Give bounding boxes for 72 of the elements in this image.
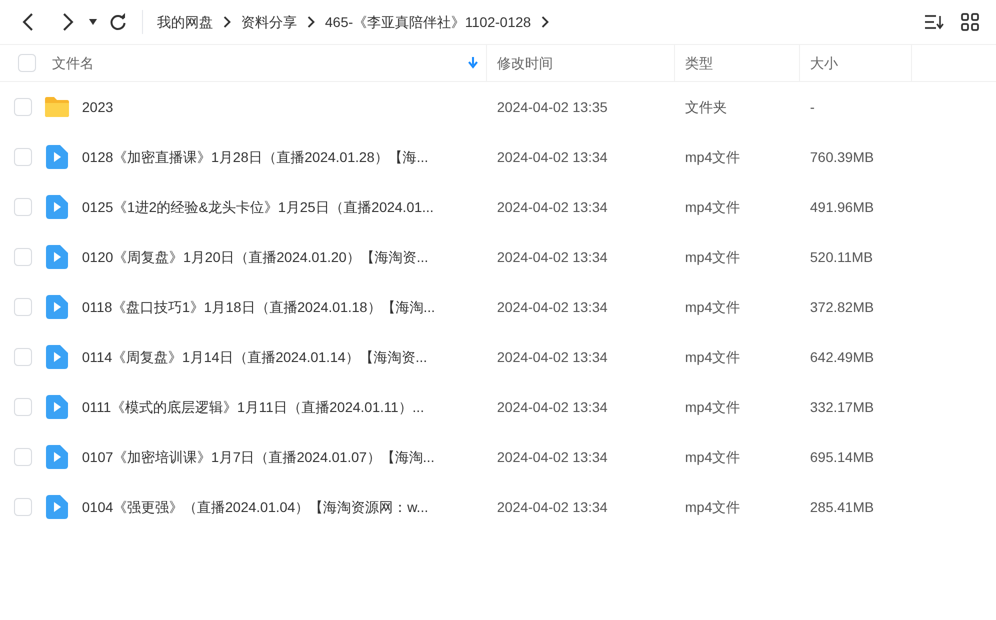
dropdown-triangle-icon — [89, 19, 97, 25]
file-name[interactable]: 0118《盘口技巧1》1月18日（直播2024.01.18）【海淘... — [82, 296, 435, 318]
video-file-icon — [46, 345, 68, 369]
breadcrumb-item[interactable]: 我的网盘 — [153, 12, 217, 32]
back-chevron-icon — [22, 13, 34, 31]
checkbox[interactable] — [14, 148, 32, 166]
modified-time: 2024-04-02 13:34 — [496, 198, 609, 216]
sort-list-icon — [924, 14, 944, 30]
file-size: 491.96MB — [809, 198, 875, 216]
file-size: 372.82MB — [809, 298, 875, 316]
column-header[interactable]: 修改时间 — [497, 52, 553, 74]
file-type: mp4文件 — [684, 198, 742, 217]
video-file-icon — [46, 445, 68, 469]
refresh-icon — [109, 13, 127, 31]
forward-chevron-icon — [62, 13, 74, 31]
modified-time: 2024-04-02 13:34 — [496, 398, 609, 416]
column-header[interactable]: 文件名 — [52, 52, 94, 74]
file-type: mp4文件 — [684, 498, 742, 517]
video-file-icon — [46, 195, 68, 219]
column-header[interactable]: 类型 — [685, 52, 713, 74]
modified-time: 2024-04-02 13:34 — [496, 298, 609, 316]
video-file-icon — [46, 395, 68, 419]
chevron-icon — [223, 16, 231, 28]
file-name[interactable]: 0107《加密培训课》1月7日（直播2024.01.07）【海淘... — [82, 446, 434, 468]
video-file-icon — [46, 495, 68, 519]
checkbox[interactable] — [14, 198, 32, 216]
modified-time: 2024-04-02 13:34 — [496, 448, 609, 466]
file-size: 760.39MB — [809, 148, 875, 166]
file-type: mp4文件 — [684, 398, 742, 417]
file-size: - — [809, 98, 816, 116]
chevron-icon — [307, 16, 315, 28]
checkbox[interactable] — [14, 498, 32, 516]
breadcrumb-item[interactable]: 资料分享 — [237, 12, 301, 32]
file-name[interactable]: 0114《周复盘》1月14日（直播2024.01.14）【海淘资... — [82, 346, 428, 368]
file-type: mp4文件 — [684, 248, 742, 267]
checkbox[interactable] — [14, 348, 32, 366]
checkbox[interactable] — [18, 54, 36, 72]
chevron-icon — [540, 16, 549, 28]
file-size: 520.11MB — [809, 248, 874, 266]
file-size: 695.14MB — [809, 448, 875, 466]
checkbox[interactable] — [14, 98, 32, 116]
file-name[interactable]: 0125《1进2的经验&龙头卡位》1月25日（直播2024.01... — [82, 196, 434, 218]
file-name[interactable]: 2023 — [82, 96, 114, 118]
folder-icon — [44, 96, 70, 118]
video-file-icon — [46, 145, 68, 169]
video-file-icon — [46, 245, 68, 269]
file-type: mp4文件 — [684, 298, 742, 317]
modified-time: 2024-04-02 13:34 — [496, 248, 609, 266]
file-name[interactable]: 0120《周复盘》1月20日（直播2024.01.20）【海淘资... — [82, 246, 428, 268]
file-size: 332.17MB — [809, 398, 875, 416]
file-name[interactable]: 0128《加密直播课》1月28日（直播2024.01.28）【海... — [82, 146, 428, 168]
grid-view-button[interactable] — [958, 10, 982, 34]
checkbox[interactable] — [14, 298, 32, 316]
breadcrumb-item[interactable]: 465-《李亚真陪伴社》1102-0128 — [321, 12, 535, 32]
modified-time: 2024-04-02 13:34 — [496, 148, 609, 166]
modified-time: 2024-04-02 13:34 — [496, 498, 609, 516]
checkbox[interactable] — [14, 398, 32, 416]
file-name[interactable]: 0111《模式的底层逻辑》1月11日（直播2024.01.11）... — [82, 396, 424, 418]
file-type: mp4文件 — [684, 348, 742, 367]
column-header[interactable]: 大小 — [810, 52, 838, 74]
modified-time: 2024-04-02 13:34 — [496, 348, 609, 366]
checkbox[interactable] — [14, 248, 32, 266]
file-type: 文件夹 — [684, 98, 728, 116]
file-type: mp4文件 — [684, 448, 742, 467]
video-file-icon — [46, 295, 68, 319]
grid-icon — [961, 13, 979, 31]
file-size: 285.41MB — [809, 498, 875, 516]
file-size: 642.49MB — [809, 348, 875, 366]
file-name[interactable]: 0104《强更强》（直播2024.01.04）【海淘资源网：w... — [82, 496, 428, 518]
file-type: mp4文件 — [684, 148, 742, 167]
modified-time: 2024-04-02 13:35 — [496, 98, 609, 116]
checkbox[interactable] — [14, 448, 32, 466]
